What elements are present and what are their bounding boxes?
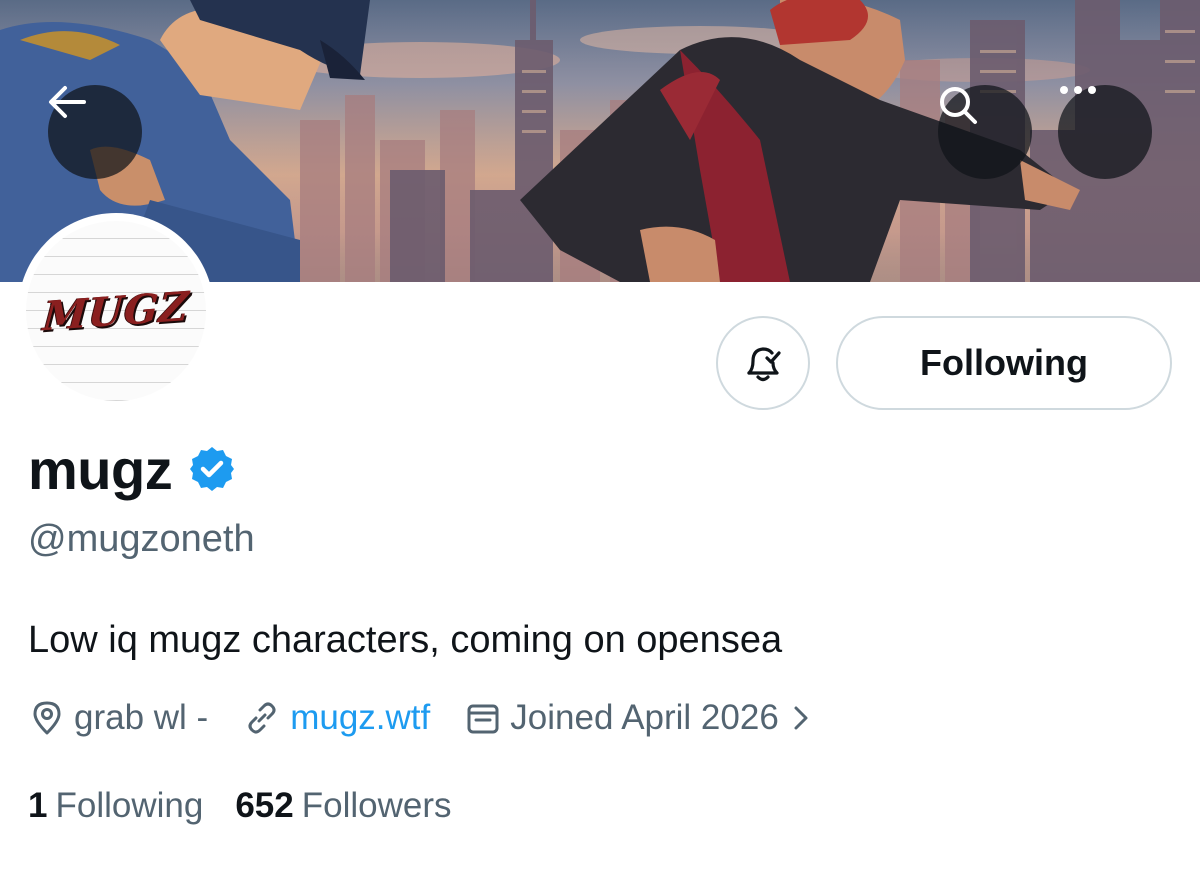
join-date-text: Joined April 2026 [510, 698, 779, 737]
notifications-button[interactable] [716, 316, 810, 410]
more-button[interactable] [1058, 85, 1152, 179]
followers-count: 652 [235, 786, 294, 825]
avatar-image: MUGZ [26, 221, 206, 401]
calendar-icon [467, 704, 499, 734]
location-pin-icon [33, 701, 61, 735]
link-icon [248, 702, 276, 734]
following-stat[interactable]: 1 Following [28, 786, 203, 826]
follow-stats: 1 Following 652 Followers [28, 782, 452, 830]
chevron-right-icon [794, 706, 808, 730]
verified-badge-icon[interactable] [188, 445, 236, 493]
website[interactable]: mugz.wtf [244, 698, 430, 738]
avatar[interactable]: MUGZ [18, 213, 214, 409]
join-date[interactable]: Joined April 2026 [466, 698, 809, 738]
followers-label: Followers [301, 786, 452, 825]
more-horizontal-icon [1060, 86, 1096, 94]
avatar-logo-text: MUGZ [41, 282, 191, 340]
following-label: Following [55, 786, 204, 825]
website-link[interactable]: mugz.wtf [290, 698, 430, 738]
display-name: mugz [28, 437, 173, 501]
location-text: grab wl - [74, 698, 209, 737]
bell-check-icon [747, 347, 781, 382]
location: grab wl - [30, 698, 208, 738]
profile-meta: grab wl - mugz.wtf Joined April 2026 [30, 694, 809, 742]
followers-stat[interactable]: 652 Followers [235, 786, 451, 826]
display-name-row: mugz [28, 437, 236, 501]
arrow-left-icon [49, 86, 86, 118]
following-count: 1 [28, 786, 48, 825]
back-button[interactable] [48, 85, 142, 179]
profile-bio: Low iq mugz characters, coming on opense… [28, 619, 783, 661]
username-handle: @mugzoneth [28, 518, 255, 560]
search-icon [940, 87, 977, 124]
following-button[interactable]: Following [836, 316, 1172, 410]
search-button[interactable] [938, 85, 1032, 179]
